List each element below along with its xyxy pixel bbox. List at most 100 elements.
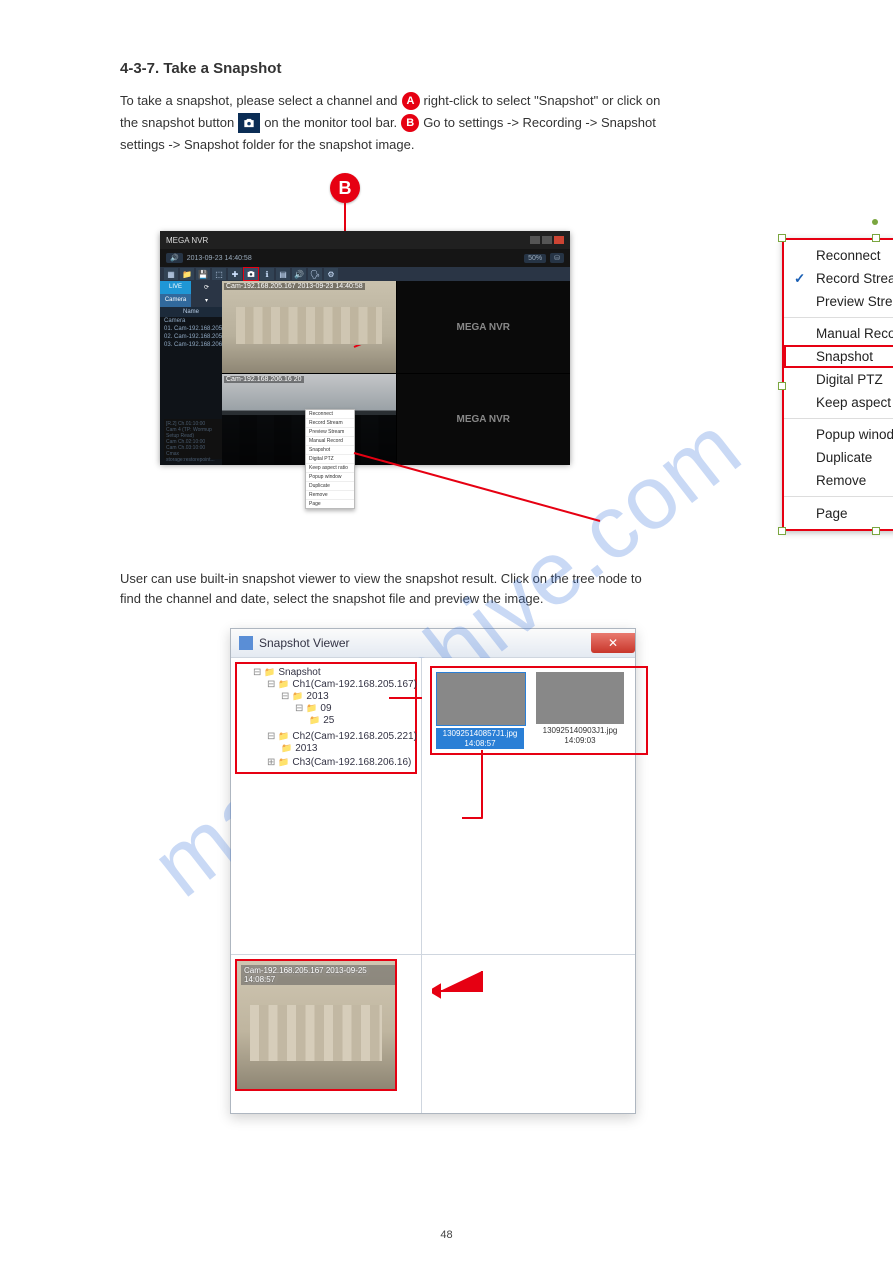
section-title: 4-3-7. Take a Snapshot <box>120 60 803 77</box>
snapshot-button[interactable] <box>244 268 258 280</box>
tree-ch3[interactable]: Ch3(Cam-192.168.206.16) <box>278 757 411 768</box>
mini-menu-item[interactable]: Preview Stream <box>306 428 354 437</box>
viewer-empty-pane <box>422 955 635 1113</box>
nvr-status-log: [R.2] Ch.01:10:00 Cam 4 (TP: Wormup Setu… <box>164 419 222 459</box>
tab-live[interactable]: LIVE <box>160 281 191 294</box>
text: the snapshot button <box>120 113 234 133</box>
text: right-click to select "Snapshot" or clic… <box>424 91 661 111</box>
mini-menu-item[interactable]: Duplicate <box>306 482 354 491</box>
tree-root[interactable]: Snapshot <box>264 667 320 678</box>
toolbar-btn[interactable]: ⚙ <box>324 268 338 280</box>
tab-collapse-icon[interactable]: ▾ <box>191 294 222 307</box>
callout-b: B <box>330 173 360 203</box>
callout-connector-lines <box>352 345 612 535</box>
toolbar-btn[interactable]: ⬚ <box>212 268 226 280</box>
max-icon[interactable] <box>542 236 552 244</box>
badge-b: B <box>330 173 360 203</box>
arrow-down-icon <box>462 748 502 838</box>
ctx-reconnect[interactable]: Reconnect <box>784 244 893 267</box>
figure-nvr-context: B MEGA NVR 🔊 2013-09-23 14:40:58 50% ⛁ <box>160 173 800 533</box>
viewer-thumb-pane: 130925140857J1.jpg 14:08:57 130925140903… <box>422 658 635 954</box>
nvr-titlebar: MEGA NVR <box>160 231 570 249</box>
ctx-remove[interactable]: Remove <box>784 469 893 492</box>
viewer-titlebar: Snapshot Viewer ✕ <box>231 629 635 658</box>
ctx-keep-aspect[interactable]: Keep aspect ratio <box>784 391 893 414</box>
sidebar-tree-header: Name <box>160 307 222 317</box>
preview-timestamp: Cam-192.168.205.167 2013-09-25 14:08:57 <box>241 965 395 985</box>
context-menu-enlarged: Reconnect Record Stream Preview Stream M… <box>782 238 893 531</box>
text: Go to settings -> Recording -> Snapshot <box>423 113 656 133</box>
tree-day[interactable]: 25 <box>309 715 334 726</box>
nvr-toolbar: ▦ 📁 💾 ⬚ ✚ ℹ ▤ 🔊 🗣 ⚙ <box>160 267 570 281</box>
viewer-tree: Snapshot Ch1(Cam-192.168.205.167) 2013 0… <box>237 664 415 772</box>
viewer-preview-pane: Cam-192.168.205.167 2013-09-25 14:08:57 <box>231 955 422 1113</box>
intro-line-2: the snapshot button on the monitor tool … <box>120 113 803 133</box>
toolbar-btn[interactable]: ▦ <box>164 268 178 280</box>
tree-month[interactable]: 09 <box>306 703 331 714</box>
toolbar-btn[interactable]: ▤ <box>276 268 290 280</box>
mini-menu-item[interactable]: Manual Record <box>306 437 354 446</box>
camera-label: Cam-192.168.205.167 2013-09-23 14:40:58 <box>224 283 365 290</box>
ctx-digital-ptz[interactable]: Digital PTZ <box>784 368 893 391</box>
toolbar-btn[interactable]: ✚ <box>228 268 242 280</box>
thumbnail[interactable]: 130925140903J1.jpg 14:09:03 <box>536 672 624 748</box>
mini-menu-item[interactable]: Record Stream <box>306 419 354 428</box>
ctx-preview-stream[interactable]: Preview Stream <box>784 290 893 313</box>
snapshot-preview: Cam-192.168.205.167 2013-09-25 14:08:57 <box>237 961 395 1089</box>
hdd-icon: ⛁ <box>550 253 564 263</box>
tree-node[interactable]: 03. Cam-192.168.206.16 <box>160 341 222 349</box>
toolbar-btn[interactable]: 🔊 <box>292 268 306 280</box>
text: on the monitor tool bar. <box>264 113 397 133</box>
mini-menu-item[interactable]: Popup window <box>306 473 354 482</box>
badge-b-inline: B <box>401 114 419 132</box>
tree-node[interactable]: 01. Cam-192.168.205.167 <box>160 325 222 333</box>
mini-menu-item[interactable]: Reconnect <box>306 410 354 419</box>
mini-menu-item[interactable]: Keep aspect ratio <box>306 464 354 473</box>
ctx-snapshot[interactable]: Snapshot A <box>784 345 893 368</box>
close-icon[interactable] <box>554 236 564 244</box>
viewer-tree-pane: Snapshot Ch1(Cam-192.168.205.167) 2013 0… <box>231 658 422 954</box>
text: To take a snapshot, please select a chan… <box>120 91 398 111</box>
arrow-to-preview-icon <box>432 967 492 1007</box>
tree-node[interactable]: 02. Cam-192.168.205.4 <box>160 333 222 341</box>
min-icon[interactable] <box>530 236 540 244</box>
intro-line-3: settings -> Snapshot folder for the snap… <box>120 135 803 155</box>
tree-node[interactable]: Camera <box>160 317 222 325</box>
thumbnail-strip: 130925140857J1.jpg 14:08:57 130925140903… <box>432 668 646 752</box>
snapshot-viewer-window: Snapshot Viewer ✕ Snapshot Ch1(Cam-192.1… <box>230 628 636 1114</box>
nvr-info-row: 🔊 2013-09-23 14:40:58 50% ⛁ <box>160 249 570 267</box>
tree-ch2[interactable]: Ch2(Cam-192.168.205.221) <box>278 731 417 742</box>
mini-menu-item[interactable]: Remove <box>306 491 354 500</box>
tree-year[interactable]: 2013 <box>281 743 317 754</box>
toolbar-btn[interactable]: ℹ <box>260 268 274 280</box>
viewer-title: Snapshot Viewer <box>259 636 350 650</box>
page-number: 48 <box>0 1229 893 1241</box>
ctx-page[interactable]: Page <box>784 501 893 525</box>
volume-icon[interactable]: 🔊 <box>166 253 183 263</box>
ctx-duplicate[interactable]: Duplicate <box>784 446 893 469</box>
mini-context-menu: Reconnect Record Stream Preview Stream M… <box>305 409 355 509</box>
thumbnail[interactable]: 130925140857J1.jpg 14:08:57 <box>436 672 524 748</box>
ctx-record-stream[interactable]: Record Stream <box>784 267 893 290</box>
toolbar-btn[interactable]: 📁 <box>180 268 194 280</box>
close-button[interactable]: ✕ <box>591 633 635 653</box>
camera-label: Cam-192.168.206.16 20 <box>224 376 304 383</box>
tree-year[interactable]: 2013 <box>292 691 328 702</box>
snapshot-toolbar-icon <box>238 113 260 133</box>
ctx-popup-window[interactable]: Popup winodw <box>784 423 893 446</box>
nvr-title: MEGA NVR <box>166 236 208 245</box>
mini-menu-item[interactable]: Page <box>306 500 354 508</box>
mini-menu-item[interactable]: Snapshot <box>306 446 354 455</box>
intro-line-1: To take a snapshot, please select a chan… <box>120 91 803 111</box>
viewer-paragraph: User can use built-in snapshot viewer to… <box>120 569 803 608</box>
app-icon <box>239 636 253 650</box>
tab-camera[interactable]: Camera <box>160 294 191 307</box>
text: settings -> Snapshot folder for the snap… <box>120 135 414 155</box>
tab-refresh-icon[interactable]: ⟳ <box>191 281 222 294</box>
ctx-manual-record[interactable]: Manual Record <box>784 322 893 345</box>
toolbar-btn[interactable]: 💾 <box>196 268 210 280</box>
toolbar-btn[interactable]: 🗣 <box>308 268 322 280</box>
mini-menu-item[interactable]: Digital PTZ <box>306 455 354 464</box>
badge-a-inline: A <box>402 92 420 110</box>
disk-indicator: 50% <box>524 254 546 263</box>
